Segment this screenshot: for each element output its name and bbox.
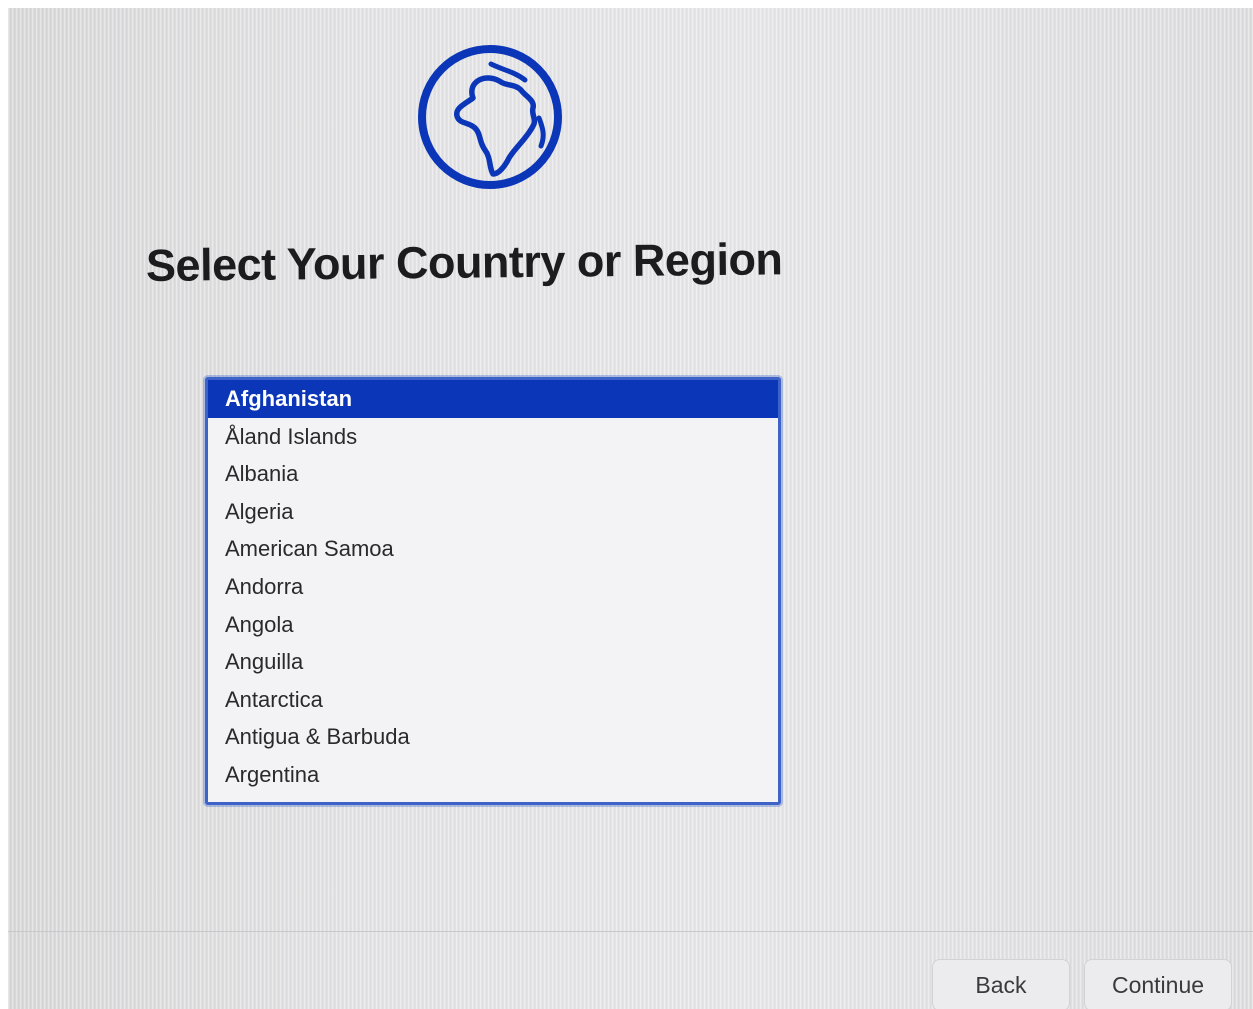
list-item-american-samoa[interactable]: American Samoa: [208, 530, 778, 568]
page-title: Select Your Country or Region: [145, 233, 783, 291]
list-item-andorra[interactable]: Andorra: [208, 568, 778, 606]
globe-africa-icon: [418, 45, 562, 189]
setup-assistant-screen: Select Your Country or Region Afghanista…: [8, 8, 1253, 1009]
list-item-antarctica[interactable]: Antarctica: [208, 681, 778, 719]
list-item-argentina[interactable]: Argentina: [208, 756, 778, 794]
list-item-antigua-barbuda[interactable]: Antigua & Barbuda: [208, 718, 778, 756]
continue-button[interactable]: Continue: [1084, 959, 1232, 1009]
list-item-afghanistan[interactable]: Afghanistan: [208, 380, 778, 418]
list-item-angola[interactable]: Angola: [208, 606, 778, 644]
back-button[interactable]: Back: [932, 959, 1070, 1009]
list-item-albania[interactable]: Albania: [208, 455, 778, 493]
country-listbox[interactable]: Afghanistan Åland Islands Albania Algeri…: [205, 377, 781, 805]
list-item-algeria[interactable]: Algeria: [208, 493, 778, 531]
footer-divider: [8, 931, 1253, 932]
list-item-anguilla[interactable]: Anguilla: [208, 643, 778, 681]
list-item-aland-islands[interactable]: Åland Islands: [208, 418, 778, 456]
